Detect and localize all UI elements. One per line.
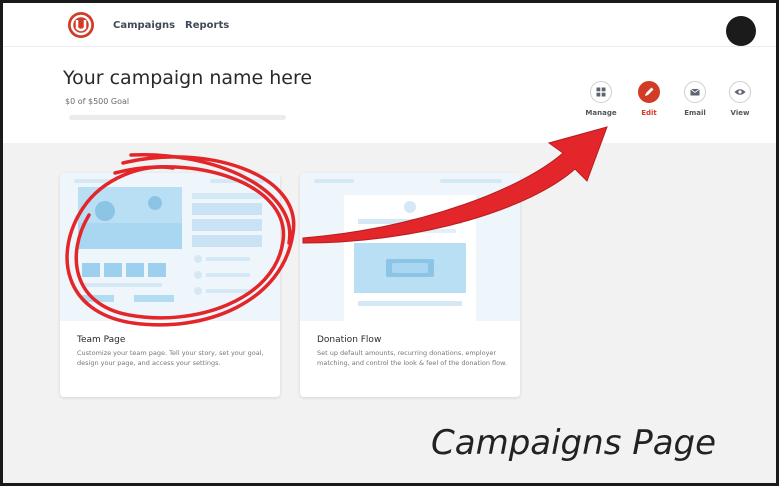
manage-button[interactable]: Manage — [576, 81, 626, 117]
eye-icon — [729, 81, 751, 103]
pencil-icon — [638, 81, 660, 103]
team-page-description: Customize your team page. Tell your stor… — [77, 349, 264, 367]
envelope-icon — [684, 81, 706, 103]
nav-link-campaigns[interactable]: Campaigns — [113, 20, 175, 31]
top-nav: Campaigns Reports — [3, 3, 776, 47]
view-label: View — [730, 109, 750, 117]
manage-label: Manage — [585, 109, 617, 117]
screenshot-frame: Campaigns Reports Your campaign name her… — [0, 0, 779, 486]
edit-label: Edit — [641, 109, 657, 117]
grid-icon — [590, 81, 612, 103]
team-page-title: Team Page — [77, 335, 126, 345]
donation-flow-card[interactable]: Donation Flow Set up default amounts, re… — [300, 173, 520, 397]
campaign-title: Your campaign name here — [63, 67, 313, 89]
edit-button[interactable]: Edit — [624, 81, 674, 117]
team-page-card[interactable]: Team Page Customize your team page. Tell… — [60, 173, 280, 397]
email-button[interactable]: Email — [670, 81, 720, 117]
nav-link-reports[interactable]: Reports — [185, 20, 229, 31]
donation-flow-description: Set up default amounts, recurring donati… — [317, 349, 507, 367]
donation-flow-title: Donation Flow — [317, 335, 382, 345]
view-button[interactable]: View — [715, 81, 765, 117]
brand-logo-icon[interactable] — [67, 11, 95, 39]
page-caption: Campaigns Page — [431, 423, 717, 463]
user-avatar[interactable] — [726, 16, 756, 46]
email-label: Email — [684, 109, 706, 117]
goal-progress-bar — [69, 115, 286, 120]
campaign-header: Your campaign name here $0 of $500 Goal … — [3, 47, 776, 143]
donation-flow-preview — [300, 173, 520, 321]
goal-text: $0 of $500 Goal — [65, 97, 130, 106]
team-page-preview — [60, 173, 280, 321]
